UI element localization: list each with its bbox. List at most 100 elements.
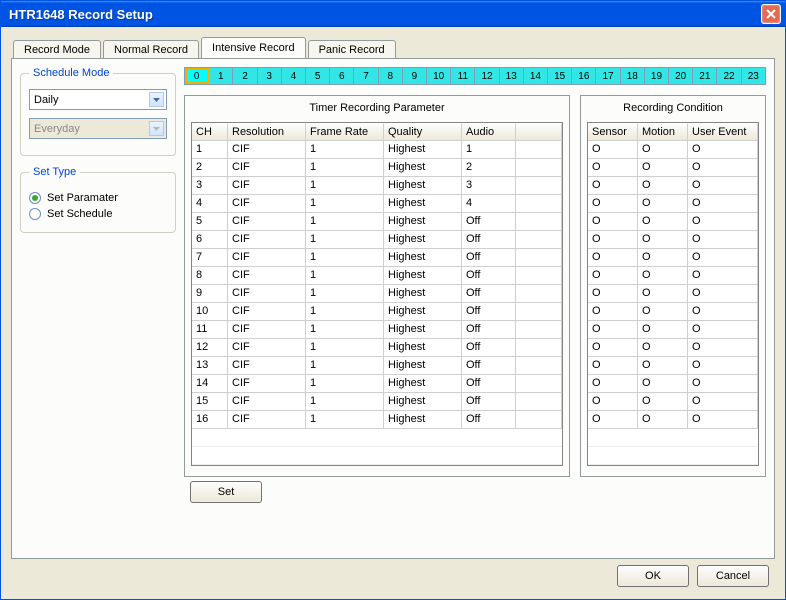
table-cell [516,393,562,411]
table-row[interactable]: OOO [588,249,758,267]
column-header[interactable]: Resolution [228,123,306,141]
table-row[interactable]: OOO [588,177,758,195]
table-cell: O [638,213,688,231]
table-cell: O [688,159,758,177]
hour-cell-3[interactable]: 3 [258,68,282,84]
set-button[interactable]: Set [190,481,262,503]
table-cell: O [638,303,688,321]
table-cell: Highest [384,303,462,321]
column-header[interactable]: Quality [384,123,462,141]
column-header[interactable]: Sensor [588,123,638,141]
hour-cell-0[interactable]: 0 [185,68,209,84]
table-row[interactable]: OOO [588,141,758,159]
hour-cell-8[interactable]: 8 [379,68,403,84]
table-row[interactable]: 3CIF1Highest3 [192,177,562,195]
table-row[interactable]: OOO [588,159,758,177]
table-row[interactable]: 1CIF1Highest1 [192,141,562,159]
tab-record-mode[interactable]: Record Mode [13,40,101,59]
hour-cell-21[interactable]: 21 [693,68,717,84]
hour-cell-14[interactable]: 14 [524,68,548,84]
table-cell: O [588,411,638,429]
hour-cell-16[interactable]: 16 [572,68,596,84]
table-row[interactable]: OOO [588,303,758,321]
table-row[interactable]: OOO [588,375,758,393]
cancel-button[interactable]: Cancel [697,565,769,587]
ok-button[interactable]: OK [617,565,689,587]
table-cell: O [588,231,638,249]
schedule-mode-select[interactable]: Daily [29,89,167,110]
table-cell: O [688,141,758,159]
recording-condition-grid[interactable]: SensorMotionUser EventOOOOOOOOOOOOOOOOOO… [587,122,759,466]
table-row[interactable]: OOO [588,393,758,411]
radio-set-schedule[interactable]: Set Schedule [29,208,167,220]
table-row[interactable]: OOO [588,321,758,339]
column-header[interactable]: Motion [638,123,688,141]
hour-cell-18[interactable]: 18 [621,68,645,84]
column-header[interactable]: Audio [462,123,516,141]
table-row[interactable]: 5CIF1HighestOff [192,213,562,231]
column-header[interactable] [516,123,562,141]
hour-cell-15[interactable]: 15 [548,68,572,84]
hour-cell-9[interactable]: 9 [403,68,427,84]
hour-cell-19[interactable]: 19 [645,68,669,84]
table-row[interactable]: OOO [588,231,758,249]
table-cell: Highest [384,321,462,339]
hour-cell-22[interactable]: 22 [717,68,741,84]
table-row[interactable]: 7CIF1HighestOff [192,249,562,267]
table-cell: O [588,177,638,195]
hour-cell-20[interactable]: 20 [669,68,693,84]
window-title: HTR1648 Record Setup [9,7,153,22]
hour-cell-17[interactable]: 17 [596,68,620,84]
timer-parameter-grid[interactable]: CHResolutionFrame RateQualityAudio1CIF1H… [191,122,563,466]
column-header[interactable]: Frame Rate [306,123,384,141]
hour-cell-7[interactable]: 7 [354,68,378,84]
table-row[interactable]: 2CIF1Highest2 [192,159,562,177]
table-row[interactable]: 10CIF1HighestOff [192,303,562,321]
table-row[interactable]: OOO [588,267,758,285]
tab-panic-record[interactable]: Panic Record [308,40,396,59]
table-row[interactable]: OOO [588,411,758,429]
table-cell: Off [462,411,516,429]
table-row[interactable]: 6CIF1HighestOff [192,231,562,249]
hour-cell-12[interactable]: 12 [475,68,499,84]
record-setup-window: HTR1648 Record Setup Record Mode Normal … [0,0,786,600]
table-row[interactable]: OOO [588,339,758,357]
table-row[interactable]: OOO [588,195,758,213]
table-row[interactable]: 14CIF1HighestOff [192,375,562,393]
hour-cell-4[interactable]: 4 [282,68,306,84]
hour-cell-10[interactable]: 10 [427,68,451,84]
table-row[interactable]: 9CIF1HighestOff [192,285,562,303]
table-cell: O [638,159,688,177]
table-row[interactable]: 12CIF1HighestOff [192,339,562,357]
radio-icon [29,208,41,220]
radio-label: Set Paramater [47,192,118,204]
table-row[interactable]: 15CIF1HighestOff [192,393,562,411]
hour-cell-2[interactable]: 2 [233,68,257,84]
table-row[interactable]: OOO [588,285,758,303]
table-cell: 1 [306,285,384,303]
close-button[interactable] [761,4,781,24]
table-cell: CIF [228,411,306,429]
radio-set-parameter[interactable]: Set Paramater [29,192,167,204]
table-cell: Off [462,375,516,393]
table-row[interactable]: 4CIF1Highest4 [192,195,562,213]
hour-cell-11[interactable]: 11 [451,68,475,84]
tab-normal-record[interactable]: Normal Record [103,40,199,59]
table-cell: 1 [306,303,384,321]
hour-cell-1[interactable]: 1 [209,68,233,84]
table-row[interactable]: 11CIF1HighestOff [192,321,562,339]
hour-cell-6[interactable]: 6 [330,68,354,84]
table-row[interactable]: 16CIF1HighestOff [192,411,562,429]
table-row[interactable]: OOO [588,357,758,375]
column-header[interactable]: User Event [688,123,758,141]
hour-cell-5[interactable]: 5 [306,68,330,84]
table-cell: O [688,357,758,375]
hour-cell-23[interactable]: 23 [742,68,765,84]
table-row[interactable]: 13CIF1HighestOff [192,357,562,375]
table-cell: 3 [192,177,228,195]
hour-cell-13[interactable]: 13 [500,68,524,84]
column-header[interactable]: CH [192,123,228,141]
tab-intensive-record[interactable]: Intensive Record [201,37,306,58]
table-row[interactable]: OOO [588,213,758,231]
table-row[interactable]: 8CIF1HighestOff [192,267,562,285]
